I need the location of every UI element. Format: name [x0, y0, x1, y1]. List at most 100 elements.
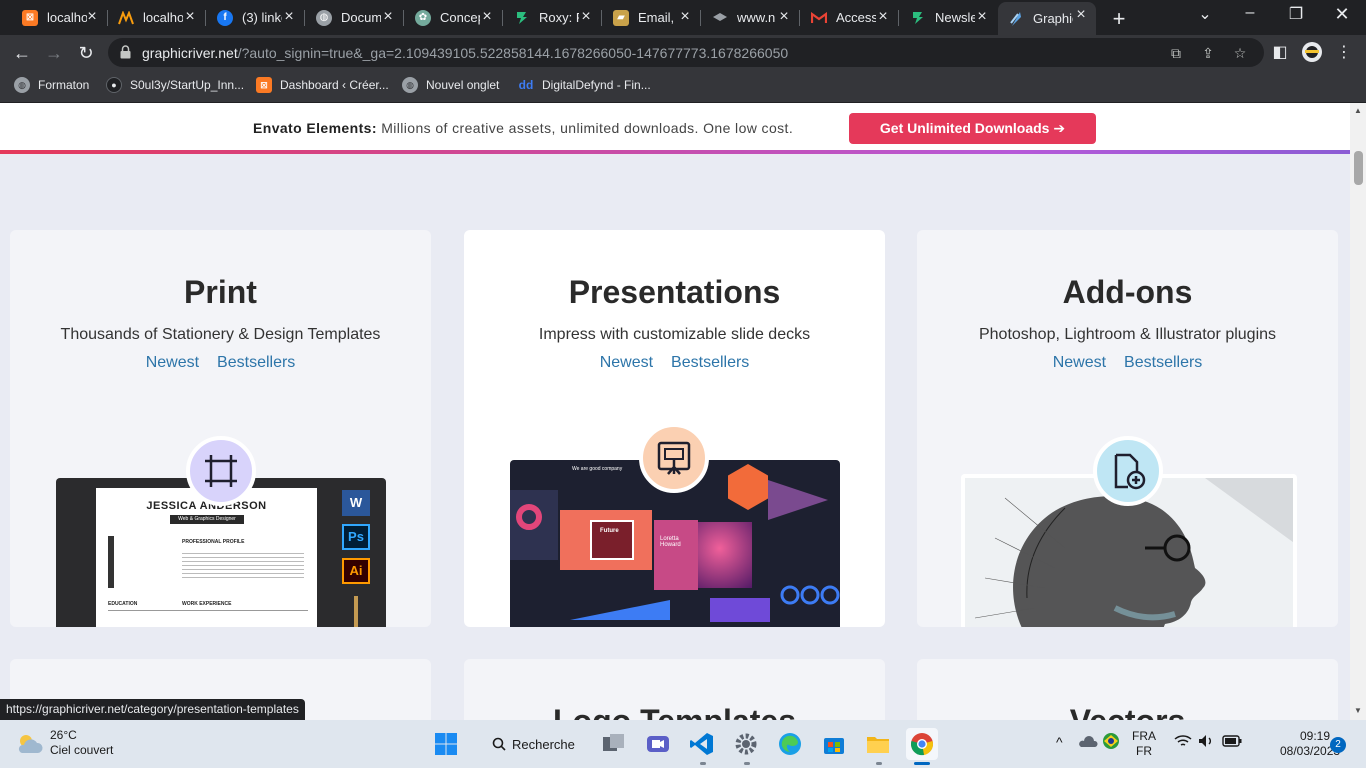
tab-6[interactable]: Roxy: Free × — [504, 4, 602, 31]
back-button[interactable]: ← — [10, 41, 34, 65]
notification-badge[interactable]: 2 — [1330, 737, 1346, 753]
task-view-button[interactable] — [598, 728, 630, 760]
close-icon[interactable]: × — [876, 9, 890, 25]
brazil-flag-icon[interactable] — [1102, 733, 1120, 752]
close-window-button[interactable]: ✕ — [1327, 4, 1357, 25]
newest-link[interactable]: Newest — [1053, 354, 1106, 371]
forward-button[interactable]: → — [42, 41, 66, 65]
bookmark-item[interactable]: ◍ Nouvel onglet — [402, 77, 499, 93]
tab-7[interactable]: ▰ Email, × — [603, 4, 701, 31]
taskbar-search[interactable]: Recherche — [480, 729, 582, 759]
xampp-icon: ⊠ — [256, 77, 272, 93]
tab-4[interactable]: ◍ Documents × — [306, 4, 404, 31]
input-language-indicator[interactable]: FRA FR — [1132, 729, 1156, 759]
scroll-down-icon[interactable]: ▼ — [1354, 706, 1362, 715]
tab-10[interactable]: Newsletter × — [900, 4, 997, 31]
close-icon[interactable]: × — [282, 9, 296, 25]
search-icon — [492, 737, 506, 751]
new-tab-button[interactable]: + — [1108, 6, 1130, 32]
edge-button[interactable] — [774, 728, 806, 760]
chatgpt-icon: ✿ — [415, 9, 431, 26]
settings-button[interactable] — [730, 728, 762, 760]
tab-title: Concepts — [440, 10, 480, 25]
page-scrollbar[interactable]: ▲ ▼ — [1350, 103, 1366, 720]
onedrive-cloud-icon[interactable] — [1078, 734, 1098, 751]
windows-logo-icon — [435, 733, 457, 755]
tab-search-chevron-icon[interactable]: ⌄ — [1190, 4, 1220, 24]
add-file-icon — [1093, 436, 1163, 506]
volume-icon[interactable] — [1198, 734, 1216, 751]
wifi-icon[interactable] — [1174, 734, 1192, 751]
teams-meet-button[interactable] — [642, 728, 674, 760]
bestsellers-link[interactable]: Bestsellers — [217, 354, 295, 371]
tab-8[interactable]: www.n × — [702, 4, 800, 31]
video-call-icon — [647, 736, 669, 752]
tab-11-active[interactable]: GraphicRiver × — [998, 2, 1096, 35]
side-panel-icon[interactable]: ◧ — [1268, 41, 1292, 65]
category-card-presentations[interactable]: Presentations Impress with customizable … — [464, 230, 885, 627]
bookmark-item[interactable]: ◍ Formaton — [14, 77, 89, 93]
windows-taskbar: 26°C Ciel couvert Recherche ^ FRA FR 09:… — [0, 720, 1366, 768]
category-card-add-ons[interactable]: Add-ons Photoshop, Lightroom & Illustrat… — [917, 230, 1338, 627]
close-icon[interactable]: × — [85, 9, 99, 25]
close-icon[interactable]: × — [1074, 7, 1088, 23]
restore-button[interactable]: ❐ — [1281, 4, 1311, 24]
bookmark-item[interactable]: ⊠ Dashboard ‹ Créer... — [256, 77, 389, 93]
share-icon[interactable]: ⇪ — [1198, 43, 1218, 63]
battery-icon[interactable] — [1222, 735, 1242, 750]
tab-title: localhost — [143, 10, 183, 25]
gear-icon — [735, 733, 757, 755]
category-card-vectors[interactable]: Vectors — [917, 659, 1338, 720]
store-button[interactable] — [818, 728, 850, 760]
close-icon[interactable]: × — [480, 9, 494, 25]
folder-icon — [867, 737, 889, 753]
chrome-icon — [911, 733, 933, 756]
tab-strip: ⊠ localhost × localhost × f (3) linkedin… — [0, 0, 1366, 35]
tab-1[interactable]: ⊠ localhost × — [12, 4, 108, 31]
category-card-print[interactable]: Print Thousands of Stationery & Design T… — [10, 230, 431, 627]
weather-widget[interactable]: 26°C Ciel couvert — [16, 728, 113, 758]
chrome-button[interactable] — [906, 728, 938, 760]
profile-avatar[interactable] — [1300, 41, 1324, 65]
scroll-up-icon[interactable]: ▲ — [1354, 106, 1362, 115]
bestsellers-link[interactable]: Bestsellers — [1124, 354, 1202, 371]
gradient-divider — [0, 150, 1350, 154]
start-button[interactable] — [430, 728, 462, 760]
photoshop-icon: Ps — [342, 524, 370, 550]
minimize-button[interactable]: – — [1235, 4, 1265, 22]
tab-5[interactable]: ✿ Concepts × — [405, 4, 503, 31]
close-icon[interactable]: × — [183, 9, 197, 25]
menu-kebab-icon[interactable]: ⋮ — [1332, 41, 1356, 65]
tab-title: www.n — [737, 10, 776, 25]
clock[interactable]: 09:19 08/03/2023 — [1280, 729, 1340, 759]
close-icon[interactable]: × — [678, 9, 692, 25]
roxy-icon — [910, 10, 926, 26]
file-explorer-button[interactable] — [862, 728, 894, 760]
bookmark-star-icon[interactable]: ☆ — [1230, 43, 1250, 63]
close-icon[interactable]: × — [579, 9, 593, 25]
bookmark-item[interactable]: dd DigitalDefynd - Fin... — [518, 77, 651, 93]
get-unlimited-downloads-button[interactable]: Get Unlimited Downloads ➔ — [849, 113, 1096, 144]
reload-button[interactable]: ↻ — [74, 41, 98, 65]
vscode-button[interactable] — [686, 728, 718, 760]
tab-3[interactable]: f (3) linkedin × — [207, 4, 305, 31]
tab-2[interactable]: localhost × — [108, 4, 206, 31]
bestsellers-link[interactable]: Bestsellers — [671, 354, 749, 371]
tab-9[interactable]: Access × — [801, 4, 899, 31]
translate-icon[interactable]: ⧉ — [1166, 43, 1186, 63]
bookmark-item[interactable]: ● S0ul3y/StartUp_Inn... — [106, 77, 244, 93]
card-subtitle: Thousands of Stationery & Design Templat… — [60, 326, 381, 343]
close-icon[interactable]: × — [777, 9, 791, 25]
xampp-icon: ⊠ — [22, 9, 38, 26]
category-card-logo-templates[interactable]: Logo Templates — [464, 659, 885, 720]
newest-link[interactable]: Newest — [600, 354, 653, 371]
close-icon[interactable]: × — [975, 9, 989, 25]
card-subtitle: Photoshop, Lightroom & Illustrator plugi… — [978, 326, 1277, 343]
presentation-icon — [639, 423, 709, 493]
show-hidden-icons-chevron[interactable]: ^ — [1056, 734, 1063, 750]
address-bar[interactable]: graphicriver.net/?auto_signin=true&_ga=2… — [108, 38, 1264, 67]
close-icon[interactable]: × — [381, 9, 395, 25]
scroll-thumb[interactable] — [1354, 151, 1363, 185]
layers-icon — [712, 10, 728, 26]
newest-link[interactable]: Newest — [146, 354, 199, 371]
